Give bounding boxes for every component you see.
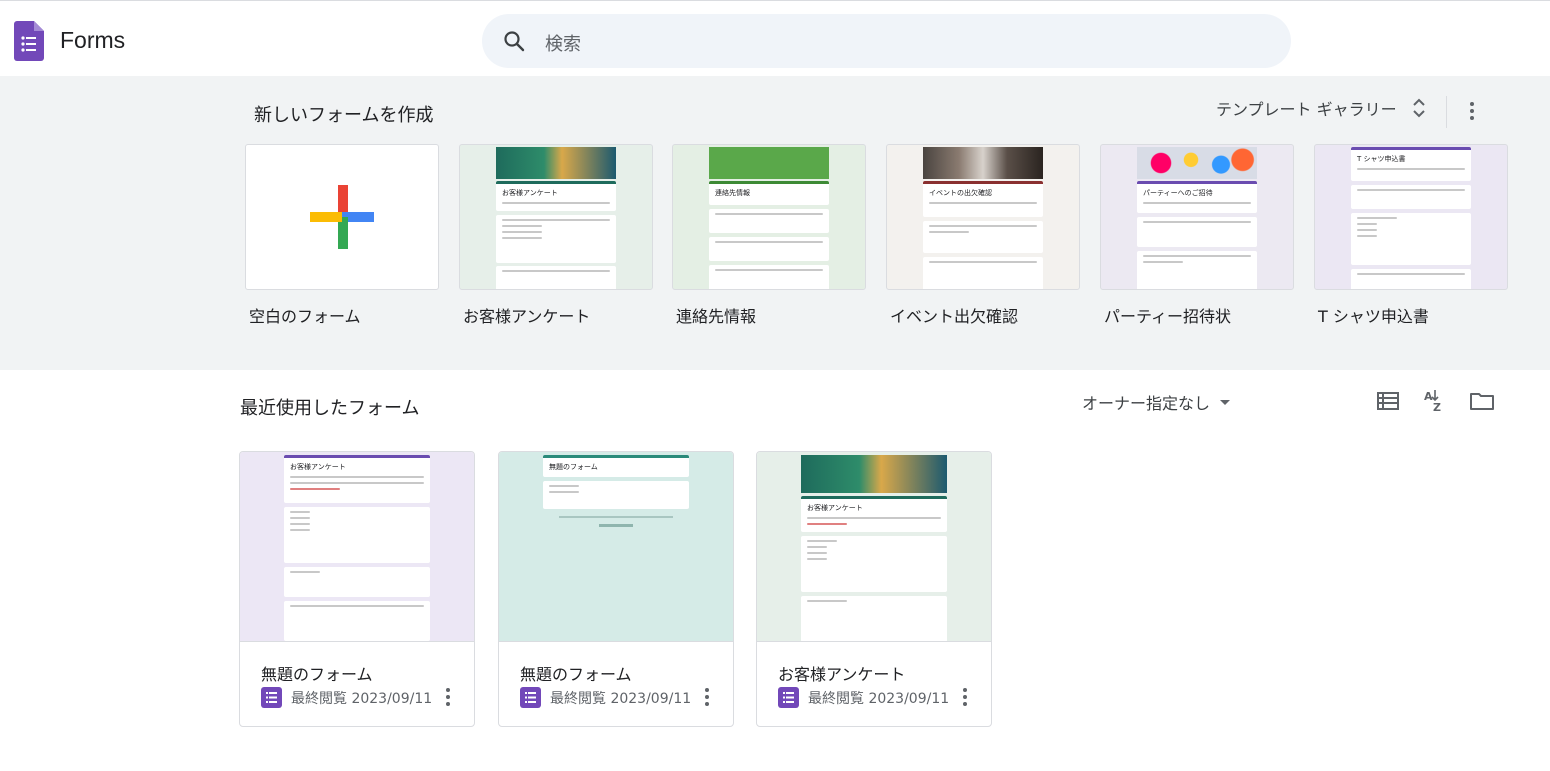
form-preview-title: お客様アンケート <box>290 463 346 471</box>
last-viewed: 最終閲覧 2023/09/11 <box>550 691 692 707</box>
recent-form-card[interactable]: お客様アンケート 無題のフォーム 最終閲覧 2023/09/11 <box>239 451 475 727</box>
app-name[interactable]: Forms <box>60 27 125 54</box>
template-thumbnail[interactable] <box>245 144 439 290</box>
forms-logo-icon[interactable] <box>14 21 44 61</box>
template-thumbnail[interactable]: T シャツ申込書 <box>1314 144 1508 290</box>
template-label: 連絡先情報 <box>676 307 757 326</box>
template-tshirt-signup[interactable]: T シャツ申込書 T シャツ申込書 <box>1314 144 1508 326</box>
template-preview-title: T シャツ申込書 <box>1357 155 1406 163</box>
form-preview-title: お客様アンケート <box>807 504 863 512</box>
template-preview-title: パーティーへのご招待 <box>1143 189 1213 197</box>
template-label: T シャツ申込書 <box>1318 307 1429 326</box>
list-view-icon[interactable] <box>1375 388 1401 414</box>
form-title[interactable]: 無題のフォーム <box>520 661 632 685</box>
recent-form-card[interactable]: 無題のフォーム 無題のフォーム 最終閲覧 2023/09/11 <box>498 451 734 727</box>
template-party-invite[interactable]: パーティーへのご招待 パーティー招待状 <box>1100 144 1294 326</box>
search-bar[interactable]: 検索 <box>482 14 1291 68</box>
template-gallery-button[interactable]: テンプレート ギャラリー <box>1206 88 1439 128</box>
plus-icon <box>310 185 374 249</box>
template-blank[interactable]: 空白のフォーム <box>245 144 439 326</box>
form-preview-title: 無題のフォーム <box>549 463 598 471</box>
template-thumbnail[interactable]: パーティーへのご招待 <box>1100 144 1294 290</box>
template-label: お客様アンケート <box>463 307 591 326</box>
more-vert-icon[interactable] <box>697 684 717 710</box>
template-thumbnail[interactable]: イベントの出欠確認 <box>886 144 1080 290</box>
svg-text:Z: Z <box>1433 401 1441 414</box>
unfold-icon <box>1412 98 1425 118</box>
template-preview-title: 連絡先情報 <box>715 189 750 197</box>
template-label: イベント出欠確認 <box>890 307 1019 326</box>
template-event-rsvp[interactable]: イベントの出欠確認 イベント出欠確認 <box>886 144 1080 326</box>
template-thumbnail[interactable]: 連絡先情報 <box>672 144 866 290</box>
form-preview: お客様アンケート <box>240 452 474 642</box>
dropdown-caret-icon <box>1220 399 1231 405</box>
search-input[interactable]: 検索 <box>545 30 581 56</box>
template-section: 新しいフォームを作成 テンプレート ギャラリー 空白のフォーム お客様アンケート <box>0 76 1550 370</box>
template-section-title: 新しいフォームを作成 <box>254 105 434 126</box>
template-contact-info[interactable]: 連絡先情報 連絡先情報 <box>672 144 866 326</box>
folder-icon[interactable] <box>1469 388 1495 414</box>
divider <box>1446 96 1447 128</box>
svg-text:A: A <box>1424 390 1433 403</box>
more-vert-icon[interactable] <box>1460 97 1484 125</box>
form-title[interactable]: お客様アンケート <box>778 661 905 685</box>
more-vert-icon[interactable] <box>955 684 975 710</box>
app-header: Forms 検索 <box>0 0 1550 76</box>
form-preview: 無題のフォーム <box>499 452 733 642</box>
form-preview: お客様アンケート <box>757 452 991 642</box>
sort-az-icon[interactable]: A Z <box>1422 388 1448 414</box>
owner-filter-label: オーナー指定なし <box>1082 394 1211 413</box>
recent-forms-title: 最近使用したフォーム <box>240 398 420 419</box>
form-title[interactable]: 無題のフォーム <box>261 661 373 685</box>
recent-form-card[interactable]: お客様アンケート お客様アンケート 最終閲覧 2023/09/11 <box>756 451 992 727</box>
more-vert-icon[interactable] <box>438 684 458 710</box>
template-preview-title: お客様アンケート <box>502 189 558 197</box>
template-thumbnail[interactable]: お客様アンケート <box>459 144 653 290</box>
owner-filter-dropdown[interactable]: オーナー指定なし <box>1070 384 1242 420</box>
forms-file-icon <box>778 687 799 708</box>
forms-file-icon <box>520 687 541 708</box>
last-viewed: 最終閲覧 2023/09/11 <box>291 691 433 707</box>
template-preview-title: イベントの出欠確認 <box>929 189 992 197</box>
forms-file-icon <box>261 687 282 708</box>
search-icon[interactable] <box>502 29 526 53</box>
template-customer-survey[interactable]: お客様アンケート お客様アンケート <box>459 144 653 326</box>
template-gallery-label: テンプレート ギャラリー <box>1216 100 1397 119</box>
template-label: パーティー招待状 <box>1104 307 1232 326</box>
template-label: 空白のフォーム <box>249 307 361 326</box>
last-viewed: 最終閲覧 2023/09/11 <box>808 691 950 707</box>
